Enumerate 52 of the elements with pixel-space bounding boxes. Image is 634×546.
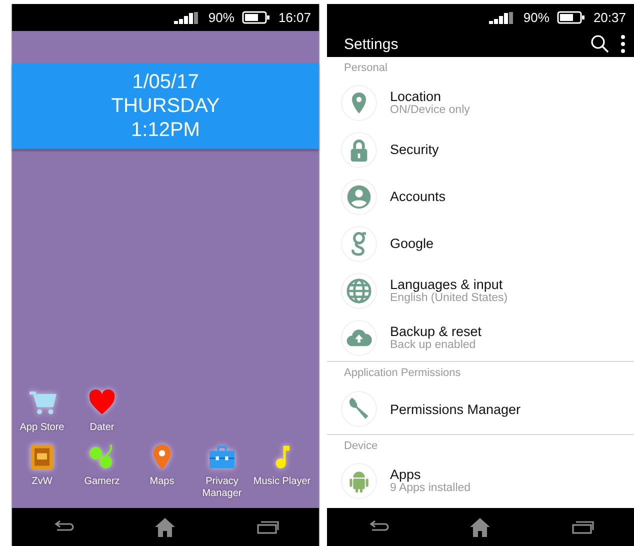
- setting-title: Security: [390, 142, 439, 157]
- settings-item[interactable]: Google: [327, 220, 634, 267]
- setting-icon: [342, 320, 376, 354]
- settings-item[interactable]: Security: [327, 126, 634, 173]
- setting-subtitle: English (United States): [390, 292, 508, 304]
- weekday-text: THURSDAY: [111, 94, 220, 118]
- settings-item[interactable]: Languages & input English (United States): [327, 267, 634, 314]
- setting-icon: [342, 86, 376, 120]
- more-options-icon[interactable]: [620, 34, 626, 54]
- settings-item[interactable]: Apps 9 Apps installed: [327, 457, 634, 504]
- setting-icon: [342, 274, 376, 308]
- setting-title: Apps: [390, 467, 422, 482]
- setting-title: Permissions Manager: [390, 402, 521, 416]
- clock-time: 16:07: [278, 10, 311, 25]
- signal-icon: [174, 12, 200, 24]
- setting-title: Languages & input: [390, 277, 504, 292]
- app-label[interactable]: Gamerz: [84, 476, 120, 488]
- battery-icon: [557, 11, 586, 24]
- setting-subtitle: ON/Device only: [390, 104, 470, 116]
- section-header: Application Permissions: [343, 366, 462, 381]
- setting-icon: [342, 132, 376, 166]
- clock-time: 20:37: [593, 10, 626, 25]
- section-header: Personal: [343, 61, 388, 76]
- setting-icon: [342, 392, 376, 426]
- setting-title: Accounts: [390, 189, 446, 204]
- setting-subtitle: Back up enabled: [390, 339, 477, 351]
- date-text: 1/05/17: [132, 70, 199, 94]
- battery-percent: 90%: [208, 10, 234, 25]
- app-label[interactable]: Music Player: [253, 476, 311, 488]
- settings-item[interactable]: Backup & reset Back up enabled: [327, 314, 634, 361]
- setting-icon: [342, 464, 376, 498]
- setting-title: Google: [390, 236, 434, 251]
- setting-icon: [342, 226, 376, 260]
- section-header: Device: [343, 439, 379, 454]
- app-label[interactable]: App Store: [20, 422, 64, 434]
- app-label[interactable]: Maps: [150, 476, 174, 488]
- app-label[interactable]: ZvW: [32, 476, 52, 488]
- screen-title: Settings: [344, 36, 400, 52]
- setting-title: Location: [390, 89, 442, 104]
- setting-title: Backup & reset: [390, 324, 482, 339]
- setting-subtitle: 9 Apps installed: [390, 482, 471, 494]
- battery-percent: 90%: [523, 10, 550, 25]
- search-icon[interactable]: [590, 34, 610, 54]
- signal-icon: [489, 12, 516, 24]
- app-label[interactable]: Privacy Manager: [192, 476, 252, 500]
- battery-icon: [242, 11, 270, 24]
- time-text: 1:12PM: [131, 118, 200, 142]
- setting-icon: [342, 180, 376, 214]
- settings-item[interactable]: Accounts: [327, 173, 634, 220]
- app-label[interactable]: Dater: [90, 422, 114, 434]
- settings-item[interactable]: Location ON/Device only: [327, 79, 634, 126]
- settings-item[interactable]: Permissions Manager: [327, 384, 634, 434]
